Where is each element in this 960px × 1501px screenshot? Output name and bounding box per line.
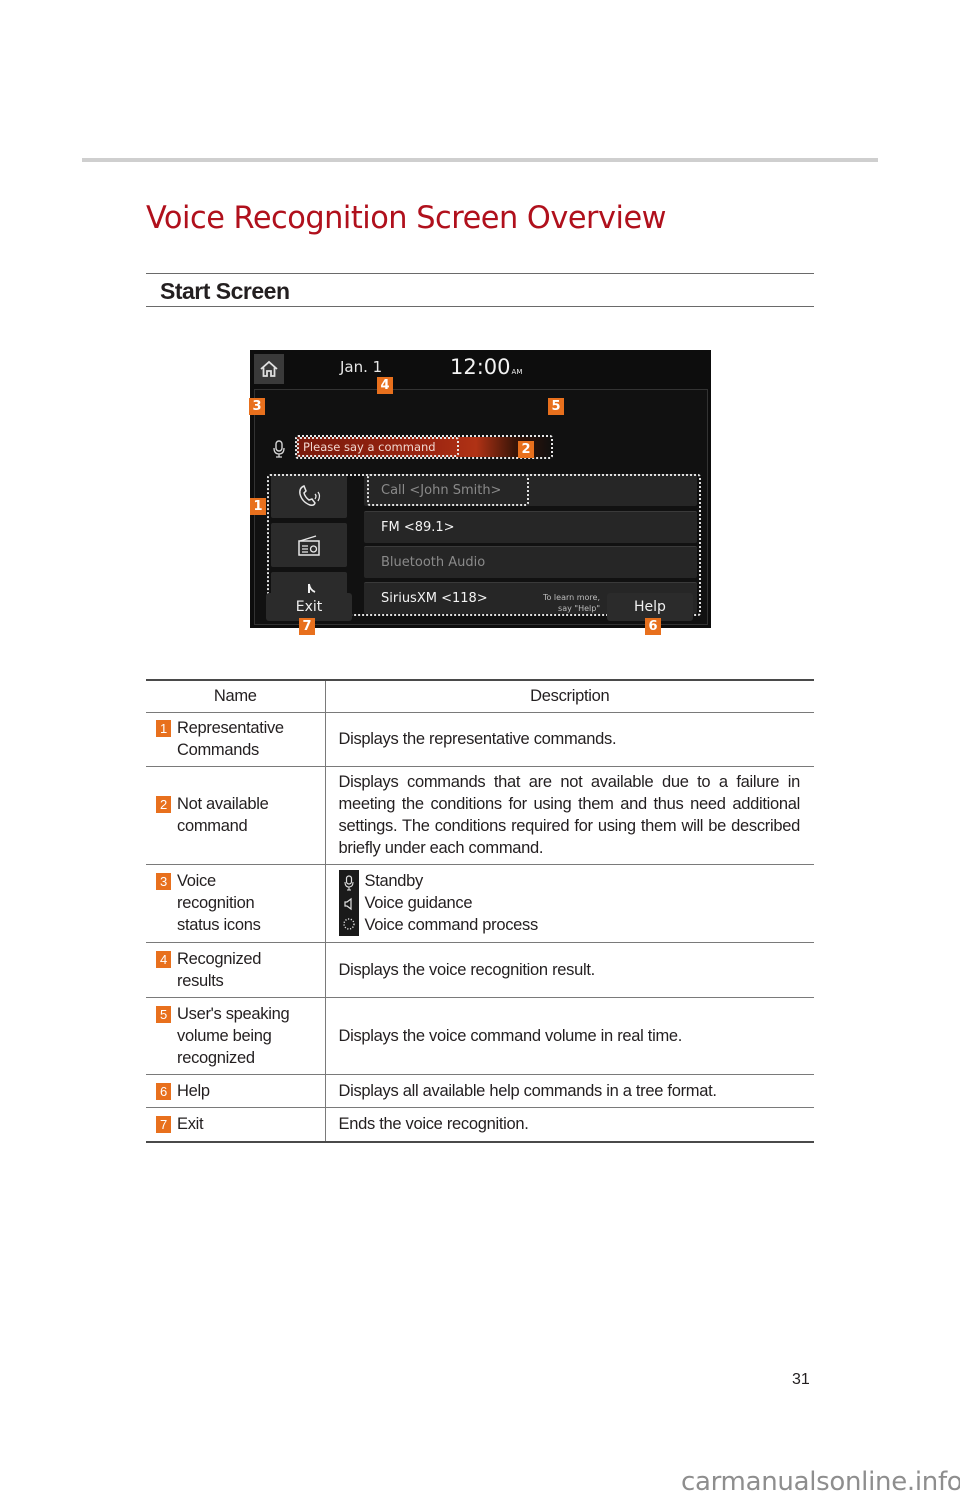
header-rule — [82, 158, 878, 162]
item-name: Voice recognition status icons — [177, 872, 261, 934]
number-badge: 6 — [156, 1082, 171, 1100]
callout-1: 1 — [250, 498, 266, 515]
item-name: Representative Commands — [177, 719, 284, 759]
name-cell: 4 Recognized results — [146, 942, 326, 998]
status-label-command-process: Voice command process — [364, 916, 539, 934]
clock-ampm: AM — [511, 368, 523, 376]
recognized-result-text: Please say a command — [297, 437, 459, 457]
speaker-icon — [343, 897, 352, 911]
callout-2: 2 — [518, 441, 534, 458]
column-header-name: Name — [146, 679, 326, 713]
name-cell: 3 Voice recognition status icons — [146, 864, 326, 943]
watermark: carmanualsonline.info — [681, 1467, 960, 1497]
section-heading: Start Screen — [146, 273, 814, 307]
clock-time: 12:00 — [450, 355, 511, 379]
item-name: User's speaking volume being recognized — [177, 1004, 290, 1067]
table-row: 3 Voice recognition status icons Standby… — [146, 864, 814, 943]
item-name: Help — [177, 1081, 210, 1100]
help-hint: To learn more, say "Help" — [500, 592, 600, 614]
description-cell: Ends the voice recognition. — [325, 1107, 814, 1143]
name-cell: 6 Help — [146, 1074, 326, 1108]
table-header-row: Name Description — [146, 679, 814, 713]
number-badge: 3 — [156, 873, 171, 890]
name-cell: 1 Representative Commands — [146, 712, 326, 767]
not-available-outline — [367, 474, 529, 506]
description-cell: Standby Voice guidance Voice command pro… — [325, 864, 814, 943]
name-cell: 2 Not available command — [146, 766, 326, 865]
table-row: 6 Help Displays all available help comma… — [146, 1074, 814, 1108]
status-icon-strip — [338, 870, 359, 936]
description-cell: Displays the voice recognition result. — [325, 942, 814, 998]
number-badge: 2 — [156, 796, 171, 813]
table-row: 4 Recognized results Displays the voice … — [146, 942, 814, 998]
home-button[interactable] — [254, 354, 284, 384]
callout-5: 5 — [548, 398, 564, 415]
callout-3: 3 — [249, 398, 265, 415]
status-date: Jan. 1 — [340, 358, 383, 376]
status-labels: Standby Voice guidance Voice command pro… — [364, 870, 539, 936]
item-name: Exit — [177, 1115, 204, 1134]
description-cell: Displays commands that are not available… — [325, 766, 814, 865]
table-row: 1 Representative Commands Displays the r… — [146, 712, 814, 767]
item-name: Recognized results — [177, 949, 262, 990]
loading-circle-icon — [342, 918, 355, 930]
item-name: Not available command — [177, 795, 269, 835]
voice-status-indicator — [273, 440, 285, 462]
table-row: 7 Exit Ends the voice recognition. — [146, 1107, 814, 1143]
number-badge: 1 — [156, 720, 171, 737]
callout-6: 6 — [645, 618, 661, 635]
help-button[interactable]: Help — [607, 593, 693, 621]
microphone-icon — [273, 440, 285, 458]
description-cell: Displays the representative commands. — [325, 712, 814, 767]
voice-recognition-screenshot: Jan. 1 12:00AM Please say a command Call… — [250, 350, 711, 628]
number-badge: 5 — [156, 1005, 171, 1023]
status-clock: 12:00AM — [450, 355, 522, 379]
callout-4: 4 — [377, 377, 393, 394]
exit-button[interactable]: Exit — [266, 593, 352, 621]
description-cell: Displays the voice command volume in rea… — [325, 997, 814, 1075]
column-header-description: Description — [325, 679, 814, 713]
number-badge: 7 — [156, 1116, 171, 1134]
callout-7: 7 — [299, 618, 315, 635]
voice-panel: Please say a command Call <John Smith> F… — [254, 389, 708, 625]
help-hint-line1: To learn more, — [542, 593, 600, 602]
status-icon-list: Standby Voice guidance Voice command pro… — [338, 870, 801, 936]
home-icon — [260, 360, 278, 377]
table-row: 5 User's speaking volume being recognize… — [146, 997, 814, 1075]
help-hint-line2: say "Help" — [558, 604, 600, 613]
table-row: 2 Not available command Displays command… — [146, 766, 814, 865]
name-cell: 7 Exit — [146, 1107, 326, 1143]
microphone-icon — [343, 875, 354, 891]
number-badge: 4 — [156, 950, 171, 968]
status-label-standby: Standby — [364, 872, 424, 890]
name-cell: 5 User's speaking volume being recognize… — [146, 997, 326, 1075]
description-cell: Displays all available help commands in … — [325, 1074, 814, 1108]
page-number: 31 — [792, 1371, 810, 1388]
page-title: Voice Recognition Screen Overview — [146, 200, 667, 236]
status-label-voice-guidance: Voice guidance — [364, 894, 473, 912]
description-table: Name Description 1 Representative Comman… — [146, 679, 814, 1143]
